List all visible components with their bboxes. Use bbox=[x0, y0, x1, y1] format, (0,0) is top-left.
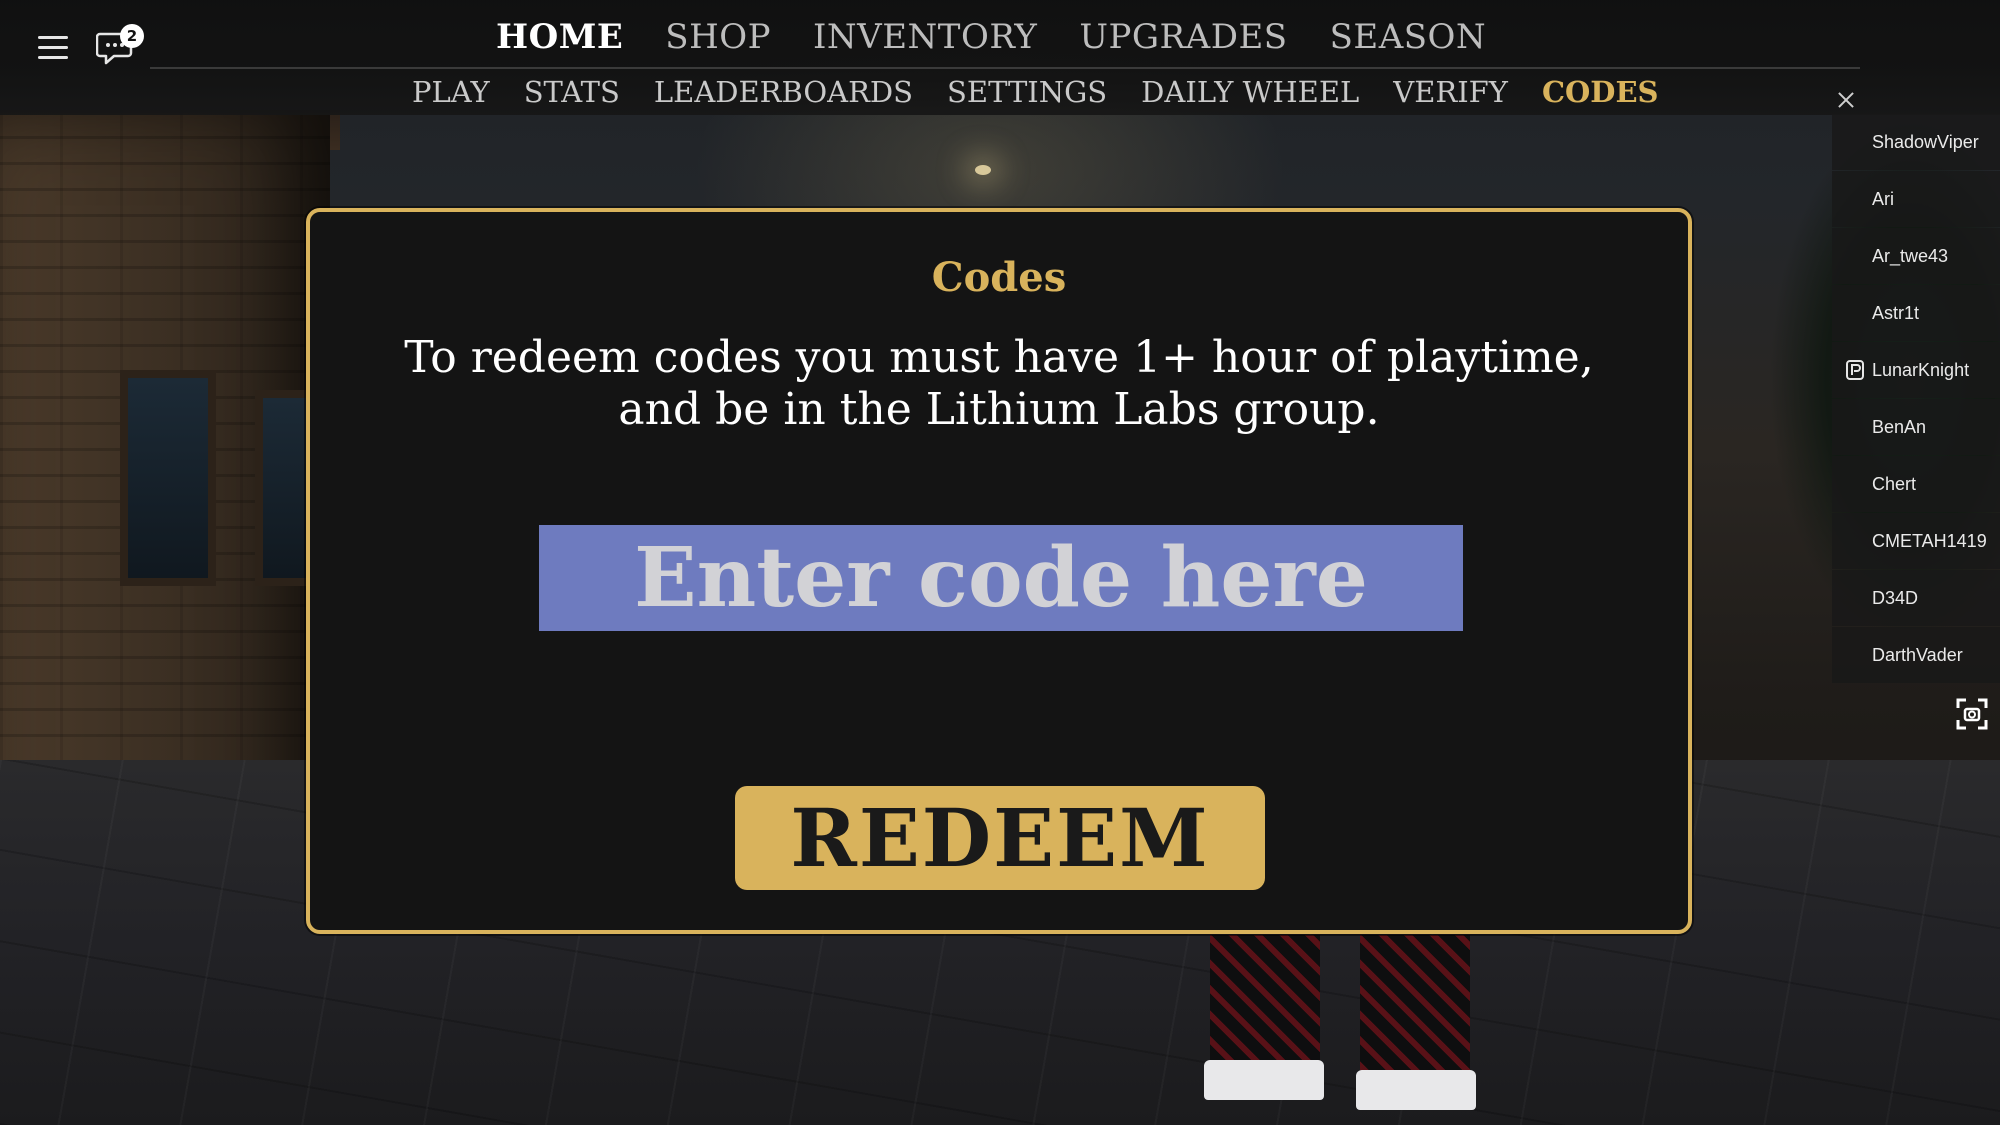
player-list-item[interactable]: BenAn bbox=[1832, 399, 2000, 455]
character-shoe-right bbox=[1356, 1070, 1476, 1110]
player-name: Astr1t bbox=[1872, 302, 1920, 323]
codes-modal: Codes To redeem codes you must have 1+ h… bbox=[306, 208, 1692, 934]
player-name: DarthVader bbox=[1872, 644, 1963, 665]
player-character bbox=[1204, 935, 1480, 1125]
tab-season-1[interactable]: SEASON 1 bbox=[1330, 17, 1485, 57]
player-list-item[interactable]: Astr1t bbox=[1832, 285, 2000, 341]
player-list-item[interactable]: Chert bbox=[1832, 456, 2000, 512]
player-list-item[interactable]: D34D bbox=[1832, 570, 2000, 626]
player-name: CMETAH1419 bbox=[1872, 530, 1987, 551]
player-name: Chert bbox=[1872, 473, 1917, 494]
tab-play[interactable]: PLAY bbox=[412, 75, 490, 109]
player-list-item[interactable]: CMETAH1419 bbox=[1832, 513, 2000, 569]
player-list-item[interactable]: LunarKnight bbox=[1832, 342, 2000, 398]
tab-stats[interactable]: STATS bbox=[524, 75, 620, 109]
player-list-item[interactable]: Ar_twe43 bbox=[1832, 228, 2000, 284]
player-list-item[interactable]: Ari bbox=[1832, 171, 2000, 227]
secondary-nav: PLAY STATS LEADERBOARDS SETTINGS DAILY W… bbox=[412, 70, 1659, 114]
player-name: D34D bbox=[1872, 587, 1919, 608]
redeem-requirements-text: To redeem codes you must have 1+ hour of… bbox=[404, 332, 1594, 435]
nav-divider bbox=[150, 67, 1860, 69]
player-name: Ari bbox=[1872, 188, 1894, 209]
screen-capture-icon[interactable] bbox=[1952, 694, 1992, 734]
player-list: ShadowViper Ari Ar_twe43 Astr1t LunarKni… bbox=[1832, 114, 2000, 684]
player-name: ShadowViper bbox=[1872, 131, 1979, 152]
redeem-button[interactable]: REDEEM bbox=[735, 786, 1265, 890]
chat-notification-badge: 2 bbox=[120, 24, 144, 48]
tab-upgrades[interactable]: UPGRADES bbox=[1079, 17, 1287, 57]
street-lamp-light bbox=[975, 165, 991, 175]
character-shoe-left bbox=[1204, 1060, 1324, 1100]
player-name: LunarKnight bbox=[1872, 359, 1970, 380]
primary-nav: HOME SHOP INVENTORY UPGRADES SEASON 1 bbox=[496, 12, 1485, 62]
code-input[interactable] bbox=[539, 525, 1463, 631]
player-list-item[interactable]: ShadowViper bbox=[1832, 114, 2000, 170]
tab-leaderboards[interactable]: LEADERBOARDS bbox=[654, 75, 913, 109]
top-navigation-bar: 2 HOME SHOP INVENTORY UPGRADES SEASON 1 … bbox=[0, 0, 2000, 115]
modal-title: Codes bbox=[931, 254, 1067, 301]
tab-inventory[interactable]: INVENTORY bbox=[813, 17, 1037, 57]
house-window bbox=[120, 370, 216, 586]
tab-settings[interactable]: SETTINGS bbox=[947, 75, 1107, 109]
tab-codes[interactable]: CODES bbox=[1542, 75, 1659, 109]
player-name: Ar_twe43 bbox=[1872, 245, 1949, 266]
player-name: BenAn bbox=[1872, 416, 1927, 437]
player-list-item[interactable]: DarthVader bbox=[1832, 627, 2000, 683]
close-icon[interactable] bbox=[1836, 90, 1856, 110]
tab-shop[interactable]: SHOP bbox=[665, 17, 771, 57]
premium-icon bbox=[1846, 360, 1864, 380]
tab-home[interactable]: HOME bbox=[496, 17, 623, 57]
hamburger-menu-icon[interactable] bbox=[38, 34, 68, 60]
tab-daily-wheel[interactable]: DAILY WHEEL bbox=[1141, 75, 1359, 109]
tab-verify[interactable]: VERIFY bbox=[1393, 75, 1508, 109]
